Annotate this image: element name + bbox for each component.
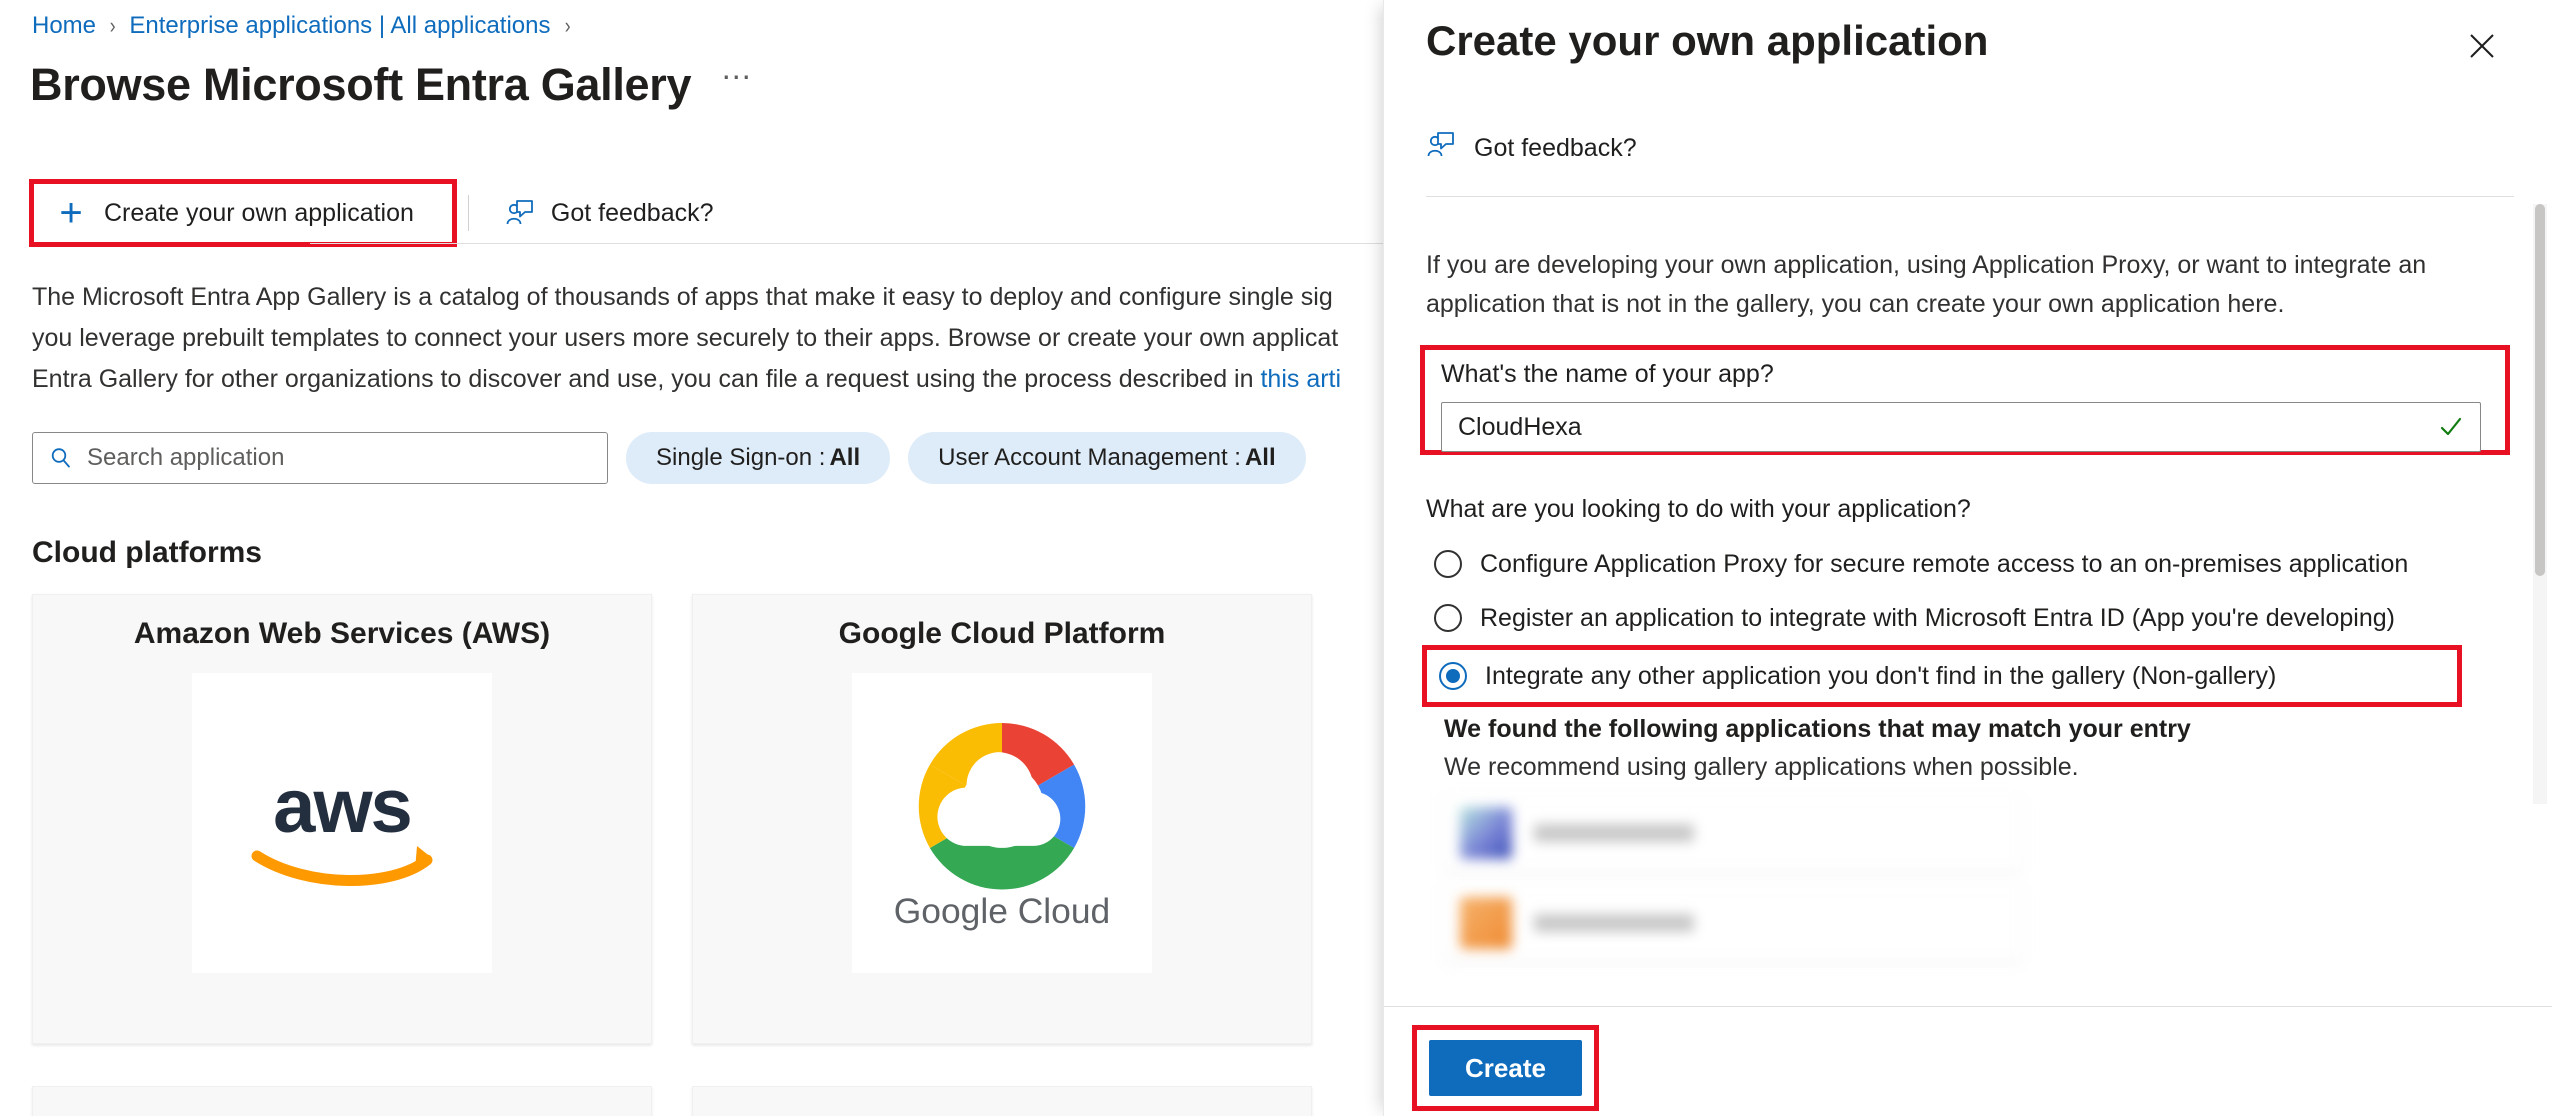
filter-label-single-sign-on: Single Sign-on : (656, 444, 825, 472)
intro-line-1: The Microsoft Entra App Gallery is a cat… (32, 283, 1333, 311)
google-cloud-logo: Google Cloud (852, 673, 1152, 973)
command-bar: + Create your own application Got feedba… (32, 182, 736, 244)
page-title-row: Browse Microsoft Entra Gallery ⋯ (30, 62, 753, 107)
radio-button-icon (1434, 550, 1462, 578)
app-card-partial[interactable] (692, 1086, 1312, 1116)
app-name-value: CloudHexa (1458, 413, 1582, 442)
list-item[interactable] (1444, 795, 2022, 871)
radio-option-label: Register an application to integrate wit… (1480, 604, 2395, 633)
checkmark-icon (2438, 414, 2464, 440)
close-icon[interactable] (2460, 24, 2504, 68)
matching-apps-subheading: We recommend using gallery applications … (1444, 753, 2079, 782)
app-card-grid: Amazon Web Services (AWS) aws Google Clo… (32, 594, 1312, 1044)
feedback-person-icon (505, 198, 535, 228)
application-purpose-radio-group: Configure Application Proxy for secure r… (1428, 537, 2518, 707)
panel-body: If you are developing your own applicati… (1384, 197, 2552, 1007)
got-feedback-button[interactable]: Got feedback? (483, 182, 736, 244)
radio-option-register-application[interactable]: Register an application to integrate wit… (1428, 591, 2518, 645)
panel-description: If you are developing your own applicati… (1426, 246, 2486, 324)
radio-button-icon (1434, 604, 1462, 632)
panel-scrollbar[interactable] (2533, 204, 2547, 804)
app-name-redacted (1534, 824, 1694, 842)
app-card-aws[interactable]: Amazon Web Services (AWS) aws (32, 594, 652, 1044)
panel-got-feedback-button[interactable]: Got feedback? (1426, 130, 1637, 167)
feedback-person-icon (1426, 130, 1456, 167)
radio-option-label: Configure Application Proxy for secure r… (1480, 550, 2408, 579)
panel-got-feedback-label: Got feedback? (1474, 134, 1637, 163)
command-bar-underline (310, 243, 1383, 244)
search-placeholder: Search application (87, 444, 284, 472)
filter-pill-single-sign-on[interactable]: Single Sign-on : All (626, 432, 890, 484)
list-item[interactable] (1444, 885, 2022, 961)
app-logo-icon (1460, 807, 1512, 859)
page-title: Browse Microsoft Entra Gallery (30, 62, 691, 107)
app-name-redacted (1534, 914, 1694, 932)
panel-footer: Create (1384, 1006, 2552, 1116)
radio-button-selected-icon (1439, 662, 1467, 690)
create-button[interactable]: Create (1429, 1040, 1582, 1096)
scrollbar-thumb[interactable] (2535, 204, 2545, 576)
app-name-field-group: What's the name of your app? CloudHexa (1420, 345, 2510, 455)
intro-line-2: you leverage prebuilt templates to conne… (32, 324, 1338, 352)
plus-icon: + (54, 199, 88, 227)
search-and-filters-row: Search application Single Sign-on : All … (32, 432, 1306, 484)
app-card-google-cloud-platform[interactable]: Google Cloud Platform Google Cloud (692, 594, 1312, 1044)
radio-option-application-proxy[interactable]: Configure Application Proxy for secure r… (1428, 537, 2518, 591)
matching-apps-heading: We found the following applications that… (1444, 715, 2191, 744)
panel-title: Create your own application (1426, 16, 1988, 66)
radio-option-non-gallery[interactable]: Integrate any other application you don'… (1422, 645, 2462, 707)
aws-logo: aws (192, 673, 492, 973)
app-card-title: Google Cloud Platform (839, 617, 1166, 651)
command-bar-divider (468, 195, 469, 231)
intro-line-3: Entra Gallery for other organizations to… (32, 365, 1260, 393)
matching-apps-list (1444, 795, 2022, 975)
filter-pill-user-account-management[interactable]: User Account Management : All (908, 432, 1306, 484)
app-card-grid-row-2 (32, 1086, 1312, 1116)
filter-value-user-account-management: All (1245, 444, 1276, 472)
create-button-highlight: Create (1412, 1025, 1599, 1111)
application-purpose-question: What are you looking to do with your app… (1426, 495, 1971, 524)
section-heading-cloud-platforms: Cloud platforms (32, 536, 262, 570)
app-logo-icon (1460, 897, 1512, 949)
search-input[interactable]: Search application (32, 432, 608, 484)
svg-text:aws: aws (273, 764, 411, 849)
create-your-own-application-label: Create your own application (104, 199, 414, 228)
breadcrumb-item-home[interactable]: Home (32, 14, 96, 38)
create-your-own-application-button[interactable]: + Create your own application (32, 182, 454, 244)
breadcrumb: Home › Enterprise applications | All app… (32, 14, 584, 38)
filter-value-single-sign-on: All (829, 444, 860, 472)
app-name-label: What's the name of your app? (1441, 360, 1774, 389)
panel-header: Create your own application (1384, 0, 2552, 96)
more-options-button[interactable]: ⋯ (721, 63, 753, 107)
gallery-page: Home › Enterprise applications | All app… (0, 0, 1383, 1116)
app-card-title: Amazon Web Services (AWS) (134, 617, 550, 651)
got-feedback-label: Got feedback? (551, 199, 714, 228)
gallery-intro-text: The Microsoft Entra App Gallery is a cat… (32, 277, 1372, 400)
radio-option-label: Integrate any other application you don'… (1485, 662, 2276, 691)
this-article-link[interactable]: this arti (1260, 365, 1341, 393)
app-name-input[interactable]: CloudHexa (1441, 402, 2481, 452)
filter-label-user-account-management: User Account Management : (938, 444, 1241, 472)
breadcrumb-separator-icon: › (110, 15, 116, 37)
search-icon (49, 446, 73, 470)
svg-text:Google Cloud: Google Cloud (894, 891, 1111, 931)
app-card-partial[interactable] (32, 1086, 652, 1116)
create-your-own-application-panel: Create your own application Got feedback… (1383, 0, 2552, 1116)
breadcrumb-item-enterprise-applications[interactable]: Enterprise applications | All applicatio… (129, 14, 550, 38)
breadcrumb-separator-icon: › (564, 15, 570, 37)
